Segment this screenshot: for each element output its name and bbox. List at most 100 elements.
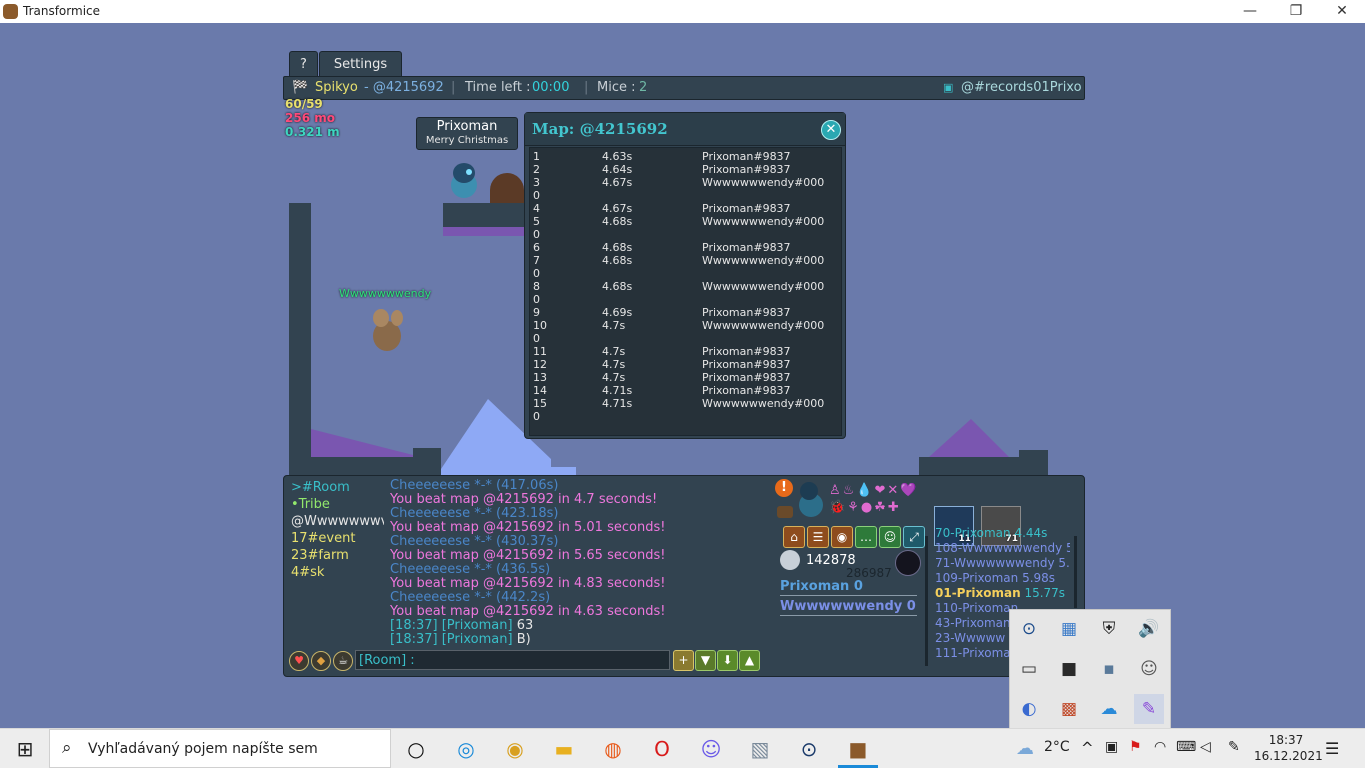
- edge-icon[interactable]: ◎: [451, 735, 481, 763]
- ranking-entry[interactable]: 70-Prixoman 4.44s: [935, 526, 1070, 541]
- shaman-name[interactable]: Spikyo: [315, 77, 358, 99]
- list-button[interactable]: ☰: [807, 526, 829, 548]
- volume-icon[interactable]: ◁: [1200, 739, 1211, 755]
- steam-icon[interactable]: ⊙: [794, 735, 824, 763]
- pen-icon[interactable]: ✎: [1228, 739, 1240, 755]
- speaker-tray-icon[interactable]: 🔊: [1138, 618, 1160, 640]
- restore-button[interactable]: ❐: [1273, 0, 1319, 23]
- ranking-entry[interactable]: 71-Wwwwwwwendy 5.7: [935, 556, 1070, 571]
- game-info-bar: 🏁 Spikyo - @4215692 | Time left : 00:00 …: [283, 76, 1085, 100]
- clock[interactable]: 18:37 16.12.2021: [1254, 732, 1323, 764]
- taskbar: ⊞ ⌕ Vyhľadávaný pojem napíšte sem ○ ◎ ◉ …: [0, 728, 1365, 768]
- discord-button[interactable]: ☺: [879, 526, 901, 548]
- notification-app-icon[interactable]: ⚑: [1129, 739, 1142, 755]
- chrome-alt-icon[interactable]: ◍: [598, 735, 628, 763]
- channel-item[interactable]: 17#event: [291, 530, 384, 547]
- channel-item[interactable]: 4#sk: [291, 564, 384, 581]
- file-explorer-icon[interactable]: ▬: [549, 735, 579, 763]
- record-player: Wwwwwwwendy#000: [702, 254, 825, 267]
- chat-input[interactable]: [Room] :: [355, 650, 670, 670]
- ledge-platform: [443, 203, 528, 227]
- ranking-scrollbar[interactable]: [1074, 536, 1077, 608]
- ranking-entry[interactable]: 01-Prixoman 15.77s: [935, 586, 1070, 601]
- chat-message-text: Cheeeeeese *-* (430.37s): [390, 535, 559, 549]
- tribe-shield-button[interactable]: ◆: [311, 651, 331, 671]
- channel-item[interactable]: @Wwwwwwwv: [291, 513, 384, 530]
- chat-message-text: You beat map @4215692 in 5.01 seconds!: [390, 521, 666, 535]
- chat-messages: Cheeeeeese *-* (417.06s) You beat map @42…: [390, 479, 760, 647]
- chat-message: Cheeeeeese *-* (430.37s): [390, 535, 760, 549]
- shop-button[interactable]: ◉: [831, 526, 853, 548]
- player-2-row[interactable]: Wwwwwwwendy 0: [780, 599, 916, 614]
- security-shield-tray-icon[interactable]: ⛨: [1098, 618, 1120, 640]
- record-name-overflow: 0: [533, 189, 540, 202]
- player-1-row[interactable]: Prixoman 0: [780, 579, 863, 594]
- close-map-window-button[interactable]: ✕: [821, 120, 841, 140]
- chat-message: Cheeeeeese *-* (417.06s): [390, 479, 760, 493]
- transformice-taskbar-icon[interactable]: ■: [843, 735, 873, 763]
- map-code[interactable]: - @4215692: [364, 77, 444, 99]
- cup-button[interactable]: ☕: [333, 651, 353, 671]
- channel-item[interactable]: 23#farm: [291, 547, 384, 564]
- chat-bubble-button[interactable]: …: [855, 526, 877, 548]
- channel-item[interactable]: •Tribe: [291, 496, 384, 513]
- room-tag[interactable]: @#records01Prixo: [961, 77, 1082, 99]
- record-time: 4.68s: [602, 241, 633, 254]
- scroll-bottom-button[interactable]: ⬇: [717, 650, 738, 671]
- windows-start-icon[interactable]: ⊞: [10, 735, 40, 763]
- onedrive-tray-icon[interactable]: ☁: [1098, 698, 1120, 720]
- scrollbar-left[interactable]: [925, 536, 928, 666]
- prixoman-mouse: [444, 159, 484, 201]
- language-icon[interactable]: ⌨: [1176, 739, 1196, 755]
- minimize-button[interactable]: —: [1227, 0, 1273, 23]
- channel-item[interactable]: >#Room: [291, 479, 384, 496]
- chat-message: Cheeeeeese *-* (423.18s): [390, 507, 760, 521]
- map-records-window: Map: @4215692 ✕ 1 4.63s Prixoman#9837 2 4.64…: [524, 112, 846, 439]
- ranking-entry[interactable]: 109-Prixoman 5.98s: [935, 571, 1070, 586]
- steam-tray-icon[interactable]: ⊙: [1018, 618, 1040, 640]
- sync-tray-icon[interactable]: ◐: [1018, 698, 1040, 720]
- show-hidden-icons-chevron-icon[interactable]: ^: [1081, 739, 1094, 757]
- scroll-up-button[interactable]: ▲: [739, 650, 760, 671]
- channel-menu-button[interactable]: +: [673, 650, 694, 671]
- help-tab[interactable]: ?: [289, 51, 318, 77]
- action-center-icon[interactable]: ☰: [1325, 739, 1339, 758]
- inventory-bag-icon[interactable]: [777, 506, 793, 518]
- settings-tab[interactable]: Settings: [319, 51, 402, 77]
- scroll-down-button[interactable]: ▼: [695, 650, 716, 671]
- pen-tray-icon[interactable]: ✎: [1134, 694, 1164, 724]
- discord-icon[interactable]: ☺: [696, 735, 726, 763]
- window-tray-icon[interactable]: ▪: [1098, 658, 1120, 680]
- wifi-icon[interactable]: ◠: [1154, 739, 1166, 755]
- ranking-entry-text: 43-Prixoman: [935, 616, 1011, 630]
- record-name-overflow: 0: [533, 228, 540, 241]
- ranking-entry[interactable]: 108-Wwwwwwwendy 5.: [935, 541, 1070, 556]
- weather-temp[interactable]: 2°C: [1044, 739, 1070, 755]
- chrome-icon[interactable]: ◉: [500, 735, 530, 763]
- nvidia-tray-icon[interactable]: ■: [1058, 658, 1080, 680]
- taskbar-search-box[interactable]: ⌕ Vyhľadávaný pojem napíšte sem: [49, 729, 391, 768]
- purple-roof-right: [929, 419, 1009, 457]
- opera-icon[interactable]: O: [647, 735, 677, 763]
- office-tray-icon[interactable]: ▩: [1058, 698, 1080, 720]
- player-avatar[interactable]: [795, 479, 827, 519]
- alert-icon[interactable]: !: [775, 479, 793, 497]
- search-placeholder: Vyhľadávaný pojem napíšte sem: [88, 741, 318, 757]
- consumables-icons[interactable]: ♙♨💧❤✕💜 🐞⚘●☘✚: [829, 482, 923, 516]
- ranking-entry-text: 23-Wwwww: [935, 631, 1006, 645]
- display-tray-icon[interactable]: ▭: [1018, 658, 1040, 680]
- photos-icon[interactable]: ▧: [745, 735, 775, 763]
- device-tray-icon[interactable]: ▣: [1105, 739, 1118, 755]
- discord-tray-icon[interactable]: ☺: [1138, 658, 1160, 680]
- record-rank: 5: [533, 215, 540, 228]
- weather-icon[interactable]: ☁: [1010, 735, 1040, 763]
- chat-panel: >#Room •Tribe @Wwwwwwwv 17#event 23#farm 4#sk…: [283, 475, 1085, 677]
- close-window-button[interactable]: ✕: [1319, 0, 1365, 23]
- network-app-tray-icon[interactable]: ▦: [1058, 618, 1080, 640]
- cortana-icon[interactable]: ○: [401, 735, 431, 763]
- house-button[interactable]: ⌂: [783, 526, 805, 548]
- record-rank: 8: [533, 280, 540, 293]
- fullscreen-button[interactable]: ⤢: [903, 526, 925, 548]
- player-2-score: 0: [906, 599, 916, 614]
- heart-button[interactable]: ♥: [289, 651, 309, 671]
